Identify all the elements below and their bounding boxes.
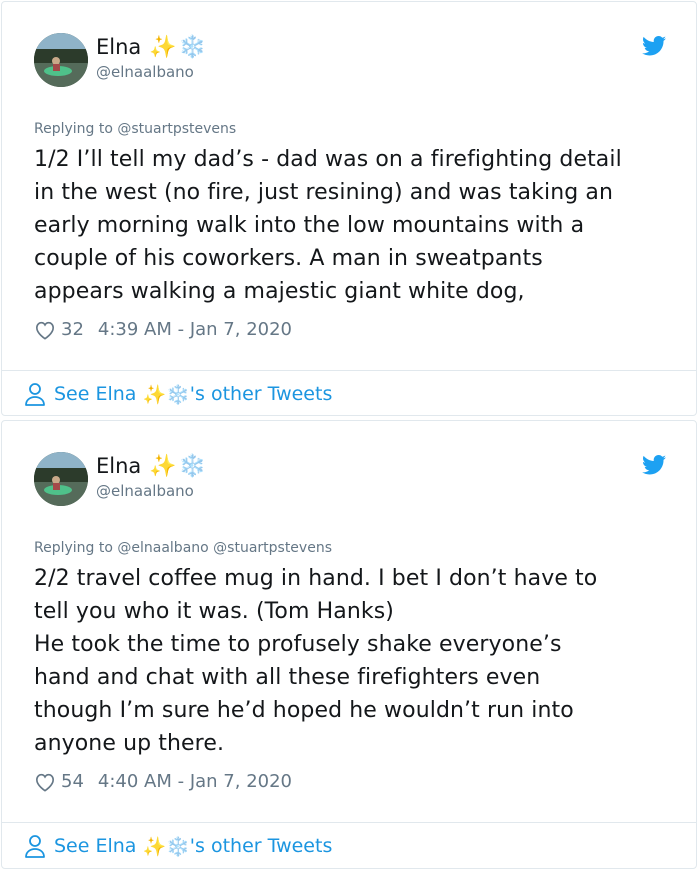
see-other-tweets-link[interactable]: See Elna ✨ ❄️'s other Tweets [24,834,332,858]
timestamp[interactable]: 4:40 AM - Jan 7, 2020 [98,771,292,792]
tweet-text: 2/2 travel coffee mug in hand. I bet I d… [34,566,598,756]
tweet-meta: 32 4:39 AM - Jan 7, 2020 [34,319,292,340]
sparkles-emoji: ✨ [149,35,177,60]
person-outline-icon [25,835,45,858]
person-outline-icon [25,383,45,406]
see-other-tweets-prefix: See Elna [54,835,137,857]
heart-outline-icon[interactable] [34,320,56,340]
tweet-card[interactable]: Elna ✨❄️ @elnaalbano Replying to @stuartp… [1,1,697,416]
snowflake-emoji: ❄️ [178,35,207,60]
like-count: 54 [61,771,84,792]
twitter-bird-icon[interactable] [642,36,666,56]
author-name[interactable]: Elna [96,454,141,478]
tweet-card[interactable]: Elna ✨❄️ @elnaalbano Replying to @elnaalb… [1,420,697,869]
timestamp[interactable]: 4:39 AM - Jan 7, 2020 [98,319,292,340]
divider [2,822,696,823]
author-name-row[interactable]: Elna ✨❄️ [96,454,206,479]
author-name[interactable]: Elna [96,35,141,59]
snowflake-emoji: ❄️ [166,383,190,406]
author-handle[interactable]: @elnaalbano [96,63,194,81]
replying-to[interactable]: Replying to @elnaalbano @stuartpstevens [34,540,332,556]
avatar[interactable] [34,33,88,87]
snowflake-emoji: ❄️ [166,835,190,858]
snowflake-emoji: ❄️ [178,454,207,479]
avatar-image [34,452,88,506]
tweet-text: 1/2 I’ll tell my dad’s - dad was on a fi… [34,147,622,304]
see-other-tweets-link[interactable]: See Elna ✨ ❄️'s other Tweets [24,382,332,406]
sparkles-emoji: ✨ [142,383,167,406]
author-name-row[interactable]: Elna ✨❄️ [96,35,206,60]
heart-outline-icon[interactable] [34,772,56,792]
author-handle[interactable]: @elnaalbano [96,482,194,500]
avatar[interactable] [34,452,88,506]
avatar-image [34,33,88,87]
see-other-tweets-suffix: 's other Tweets [189,835,333,857]
twitter-bird-icon[interactable] [642,455,666,475]
divider [2,370,696,371]
replying-to[interactable]: Replying to @stuartpstevens [34,121,236,137]
like-count: 32 [61,319,84,340]
tweet-meta: 54 4:40 AM - Jan 7, 2020 [34,771,292,792]
see-other-tweets-suffix: 's other Tweets [189,383,333,405]
sparkles-emoji: ✨ [142,835,167,858]
see-other-tweets-prefix: See Elna [54,383,137,405]
sparkles-emoji: ✨ [149,454,177,479]
